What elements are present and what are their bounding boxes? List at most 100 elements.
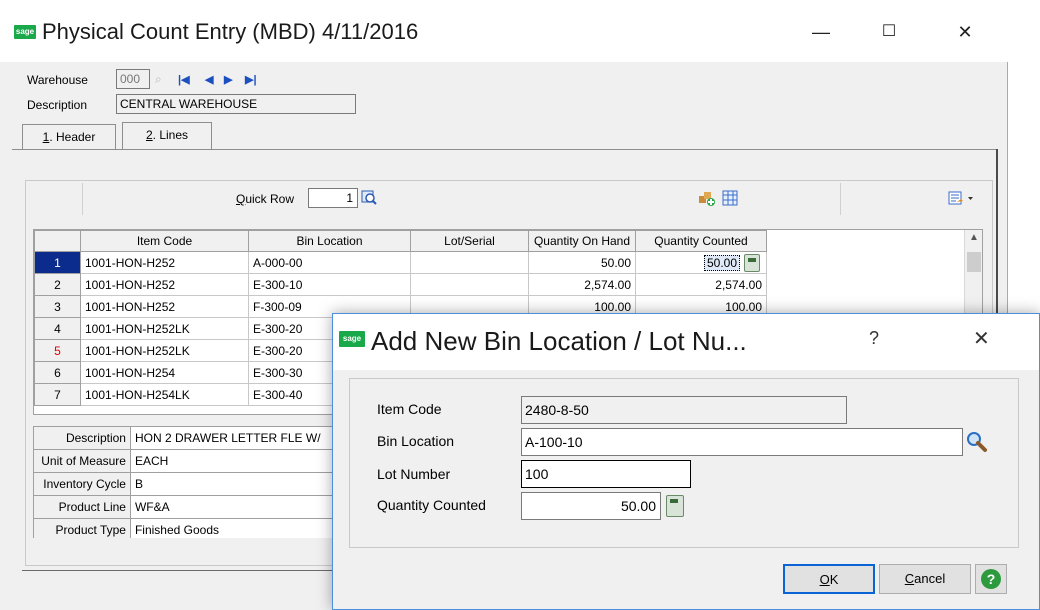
row-number[interactable]: 2 <box>34 273 81 296</box>
column-header-quantity-counted[interactable]: Quantity Counted <box>635 230 767 252</box>
scroll-up-icon[interactable]: ▲ <box>969 232 979 243</box>
title-bar: sage Physical Count Entry (MBD) 4/11/201… <box>0 0 1008 62</box>
bin-location-search-icon[interactable] <box>965 430 989 454</box>
help-button[interactable]: ? <box>975 564 1007 594</box>
detail-row-unit-of-measure: Unit of Measure EACH <box>33 449 333 473</box>
tab-header-label: . Header <box>49 130 96 144</box>
bin-location-cell[interactable]: E-300-10 <box>248 273 411 296</box>
quick-row-text: uick Row <box>245 192 295 206</box>
item-lookup-icon[interactable] <box>698 189 716 207</box>
detail-label: Unit of Measure <box>33 449 131 473</box>
minimize-button[interactable]: — <box>798 16 844 48</box>
add-bin-location-dialog: sage Add New Bin Location / Lot Nu... ? … <box>332 313 1040 610</box>
warehouse-lookup-icon[interactable]: ⌕ <box>155 69 173 89</box>
ok-button[interactable]: OK <box>783 564 875 594</box>
detail-row-description: Description HON 2 DRAWER LETTER FLE W/ <box>33 426 333 450</box>
item-code-cell[interactable]: 1001-HON-H254LK <box>80 383 249 406</box>
row-number[interactable]: 4 <box>34 317 81 340</box>
warehouse-label: Warehouse <box>27 73 88 87</box>
previous-record-icon[interactable]: ◀ <box>205 71 213 89</box>
scrollbar-thumb[interactable] <box>967 252 981 272</box>
column-header-item-code[interactable]: Item Code <box>80 230 249 252</box>
row-number[interactable]: 7 <box>34 383 81 406</box>
detail-row-product-line: Product Line WF&A <box>33 495 333 519</box>
help-icon: ? <box>981 569 1001 589</box>
detail-label: Inventory Cycle <box>33 472 131 496</box>
calculator-icon[interactable] <box>744 254 760 272</box>
cancel-button-key: C <box>904 571 915 586</box>
detail-value: HON 2 DRAWER LETTER FLE W/ <box>129 426 333 450</box>
item-code-cell[interactable]: 1001-HON-H252LK <box>80 339 249 362</box>
row-number[interactable]: 6 <box>34 361 81 384</box>
detail-value: EACH <box>129 449 333 473</box>
table-row[interactable]: 2 1001-HON-H252 E-300-10 2,574.00 2,574.… <box>34 273 767 296</box>
column-header <box>34 230 81 252</box>
cancel-button-label: ancel <box>914 571 946 586</box>
column-header-lot-serial[interactable]: Lot/Serial <box>410 230 529 252</box>
maximize-button[interactable]: ☐ <box>866 16 912 48</box>
item-code-cell[interactable]: 1001-HON-H252 <box>80 251 249 274</box>
sage-logo-icon: sage <box>14 25 36 39</box>
description-label: Description <box>27 98 88 112</box>
column-header-quantity-on-hand[interactable]: Quantity On Hand <box>528 230 636 252</box>
dialog-title-bar: sage Add New Bin Location / Lot Nu... ? … <box>333 314 1039 370</box>
item-detail-table: Description HON 2 DRAWER LETTER FLE W/ Un… <box>33 426 333 538</box>
row-number[interactable]: 3 <box>34 295 81 318</box>
quantity-counted-input[interactable]: 50.00 <box>521 492 661 520</box>
detail-label: Product Line <box>33 495 131 519</box>
detail-label: Description <box>33 426 131 450</box>
lot-serial-cell[interactable] <box>410 273 529 296</box>
item-code-cell[interactable]: 1001-HON-H252 <box>80 295 249 318</box>
quantity-on-hand-cell: 2,574.00 <box>528 273 636 296</box>
quantity-counted-cell[interactable]: 50.00 <box>635 251 767 274</box>
customize-menu-icon[interactable] <box>948 190 976 206</box>
detail-row-inventory-cycle: Inventory Cycle B <box>33 472 333 496</box>
row-number[interactable]: 1 <box>34 251 81 274</box>
quick-row-key: Q <box>236 192 246 206</box>
window-title: Physical Count Entry (MBD) 4/11/2016 <box>42 19 419 44</box>
detail-value: Finished Goods <box>129 518 333 538</box>
dialog-title: Add New Bin Location / Lot Nu... <box>371 326 747 356</box>
detail-label: Product Type <box>33 518 131 538</box>
quick-row-lookup-icon[interactable] <box>361 189 377 205</box>
bin-location-input[interactable]: A-100-10 <box>521 428 963 456</box>
quick-row-input[interactable]: 1 <box>308 188 358 208</box>
cancel-button[interactable]: Cancel <box>879 564 971 594</box>
item-detail-panel: Description HON 2 DRAWER LETTER FLE W/ Un… <box>33 426 333 538</box>
item-code-cell[interactable]: 1001-HON-H252 <box>80 273 249 296</box>
dialog-help-button[interactable]: ? <box>869 328 879 349</box>
first-record-icon[interactable]: |◀ <box>178 71 190 89</box>
grid-settings-icon[interactable] <box>722 190 738 206</box>
tab-lines[interactable]: 2. Lines <box>122 122 212 150</box>
sage-logo-icon: sage <box>339 331 365 347</box>
quantity-counted-cell[interactable]: 2,574.00 <box>635 273 767 296</box>
item-code-cell[interactable]: 1001-HON-H252LK <box>80 317 249 340</box>
footer-divider <box>22 570 334 571</box>
column-header-bin-location[interactable]: Bin Location <box>248 230 411 252</box>
item-code-label: Item Code <box>377 401 442 417</box>
lot-number-label: Lot Number <box>377 466 451 482</box>
lot-number-input[interactable]: 100 <box>521 460 691 488</box>
next-record-icon[interactable]: ▶ <box>224 71 232 89</box>
detail-value: B <box>129 472 333 496</box>
close-button[interactable]: ✕ <box>942 16 988 48</box>
lot-serial-cell[interactable] <box>410 251 529 274</box>
item-code-field: 2480-8-50 <box>521 396 847 424</box>
grid-header-row: Item Code Bin Location Lot/Serial Quanti… <box>34 230 767 252</box>
warehouse-field[interactable]: 000 <box>116 69 150 89</box>
quantity-on-hand-cell: 50.00 <box>528 251 636 274</box>
quantity-counted-label: Quantity Counted <box>377 497 486 513</box>
toolbar-separator <box>82 183 83 215</box>
item-code-cell[interactable]: 1001-HON-H254 <box>80 361 249 384</box>
toolbar-separator <box>840 183 841 215</box>
table-row[interactable]: 1 1001-HON-H252 A-000-00 50.00 50.00 <box>34 251 767 274</box>
last-record-icon[interactable]: ▶| <box>245 71 257 89</box>
description-field: CENTRAL WAREHOUSE <box>116 94 356 114</box>
calculator-icon[interactable] <box>666 495 684 517</box>
tab-divider <box>12 149 997 150</box>
tab-header[interactable]: 1. Header <box>22 124 116 150</box>
dialog-close-button[interactable]: ✕ <box>973 326 990 351</box>
quantity-counted-value[interactable]: 50.00 <box>703 254 740 271</box>
row-number[interactable]: 5 <box>34 339 81 362</box>
bin-location-cell[interactable]: A-000-00 <box>248 251 411 274</box>
